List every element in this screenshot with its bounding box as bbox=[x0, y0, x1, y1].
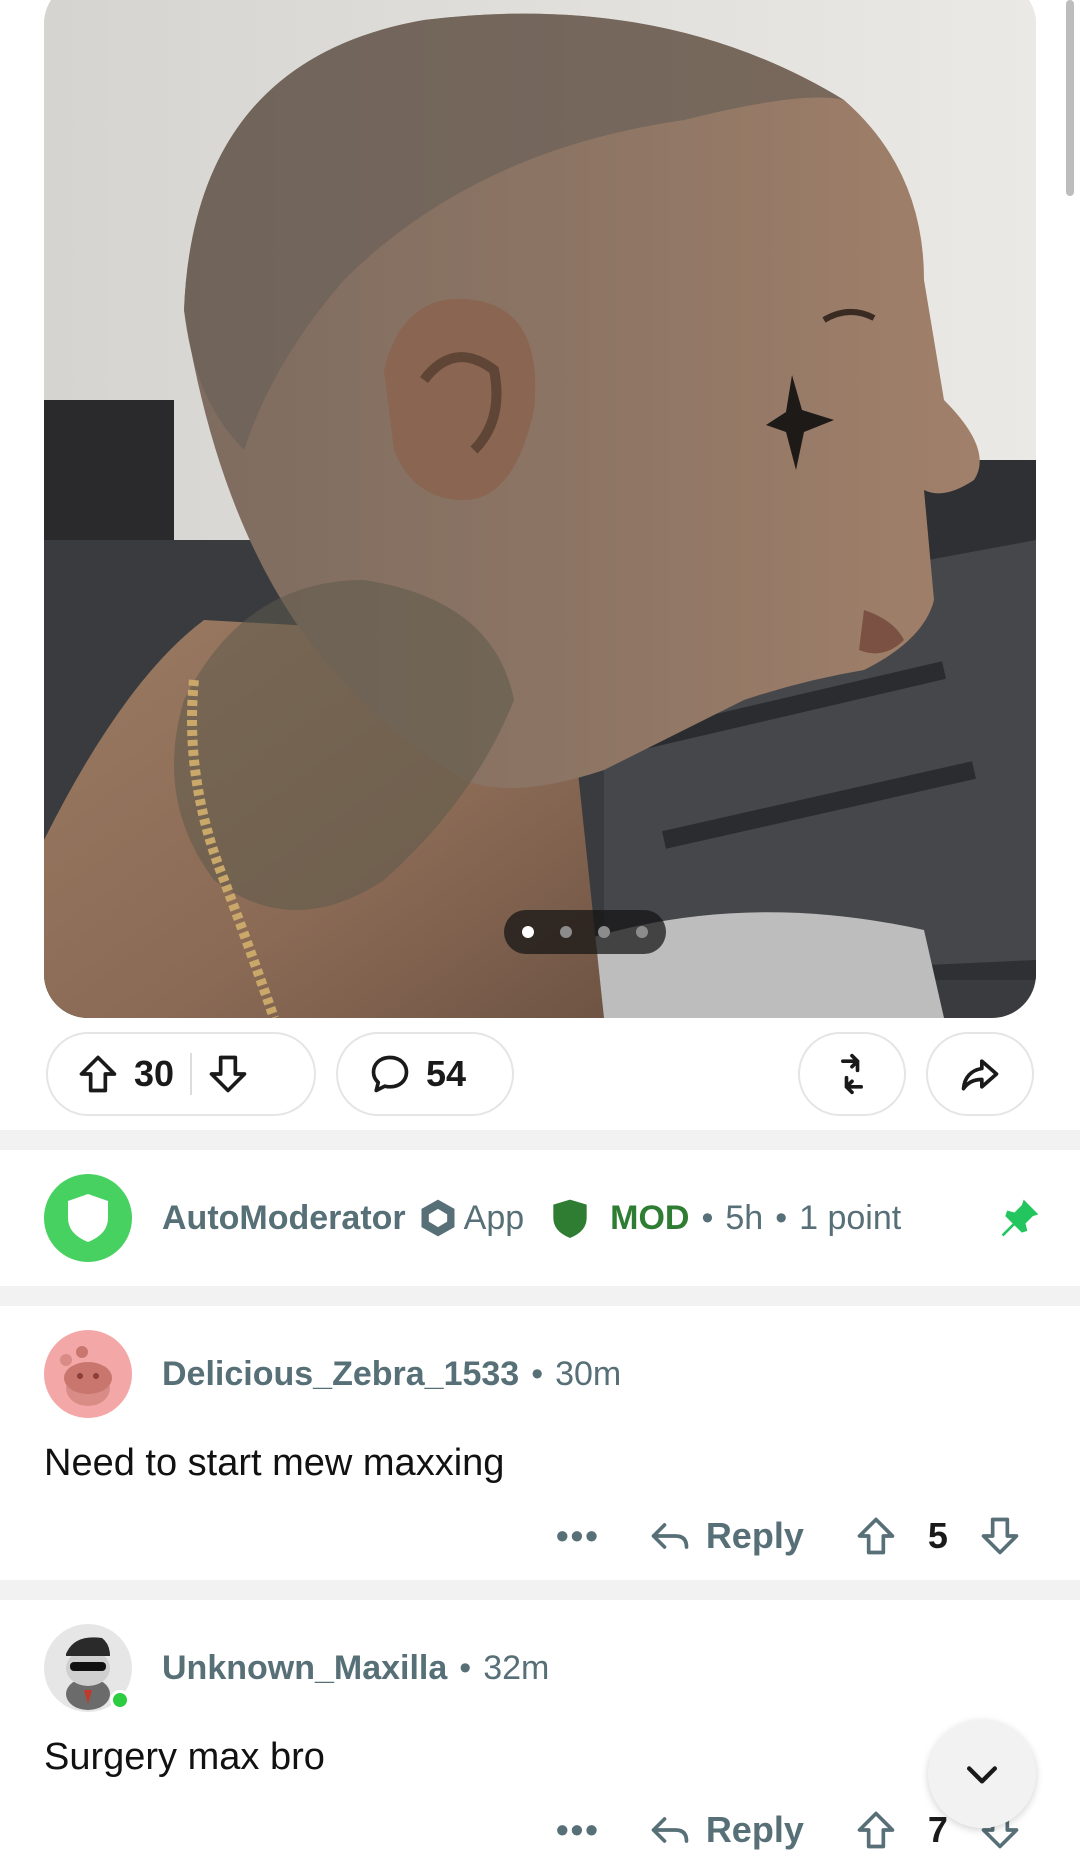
share-button[interactable] bbox=[926, 1032, 1034, 1116]
comment-username[interactable]: Delicious_Zebra_1533 bbox=[162, 1355, 519, 1394]
comment-time: 32m bbox=[483, 1648, 550, 1687]
more-options-icon[interactable]: ••• bbox=[556, 1515, 600, 1557]
pager-dot-1[interactable] bbox=[522, 926, 534, 938]
pager-dot-3[interactable] bbox=[598, 926, 610, 938]
downvote-icon[interactable] bbox=[206, 1052, 250, 1096]
comment-meta: AutoModerator App MOD • 5h • 1 point bbox=[162, 1193, 901, 1243]
reply-button[interactable]: Reply bbox=[648, 1514, 804, 1558]
comment-time: 30m bbox=[555, 1354, 622, 1393]
comment-points: 1 point bbox=[799, 1198, 902, 1237]
upvote-icon[interactable] bbox=[76, 1052, 120, 1096]
comment-body: Need to start mew maxxing bbox=[44, 1442, 505, 1484]
crosspost-button[interactable] bbox=[798, 1032, 906, 1116]
reply-button[interactable]: Reply bbox=[648, 1808, 804, 1852]
vote-score: 30 bbox=[134, 1053, 175, 1094]
comment-meta: Unknown_Maxilla • 32m bbox=[162, 1643, 549, 1693]
automoderator-avatar[interactable] bbox=[44, 1174, 132, 1262]
comments-button[interactable]: 54 bbox=[336, 1032, 514, 1116]
comment-score: 5 bbox=[927, 1515, 948, 1556]
app-cube-icon bbox=[416, 1196, 460, 1240]
pager-dot-4[interactable] bbox=[636, 926, 648, 938]
section-divider bbox=[0, 1286, 1080, 1306]
scrollbar[interactable] bbox=[1066, 0, 1074, 196]
mod-shield-icon bbox=[550, 1196, 590, 1240]
mod-badge: MOD bbox=[610, 1198, 690, 1237]
online-status-dot bbox=[110, 1690, 130, 1710]
comment-meta: Delicious_Zebra_1533 • 30m bbox=[162, 1349, 621, 1399]
section-divider bbox=[0, 1130, 1080, 1150]
upvote-icon[interactable] bbox=[854, 1808, 898, 1852]
vote-control: 30 bbox=[46, 1032, 316, 1116]
pin-icon bbox=[998, 1196, 1042, 1240]
comment-score: 7 bbox=[927, 1809, 948, 1850]
post-image[interactable] bbox=[44, 0, 1036, 1018]
comment-bubble-icon bbox=[368, 1052, 412, 1096]
share-icon bbox=[958, 1052, 1002, 1096]
reply-arrow-icon bbox=[648, 1514, 692, 1558]
vote-divider bbox=[190, 1053, 193, 1095]
app-label: App bbox=[463, 1198, 525, 1237]
comment-body: Surgery max bro bbox=[44, 1736, 325, 1778]
user-avatar[interactable] bbox=[44, 1330, 132, 1418]
pager-dot-2[interactable] bbox=[560, 926, 572, 938]
meta-separator: • bbox=[531, 1354, 544, 1393]
upvote-icon[interactable] bbox=[854, 1514, 898, 1558]
post-image-content bbox=[44, 0, 1036, 1018]
crosspost-icon bbox=[830, 1052, 874, 1096]
section-divider bbox=[0, 1580, 1080, 1600]
downvote-icon[interactable] bbox=[978, 1514, 1022, 1558]
meta-separator: • bbox=[701, 1198, 714, 1237]
chevron-down-icon bbox=[960, 1752, 1004, 1796]
next-comment-button[interactable] bbox=[928, 1720, 1036, 1828]
reply-label: Reply bbox=[705, 1809, 804, 1850]
comment-actions: ••• Reply 5 bbox=[556, 1506, 1022, 1566]
reply-arrow-icon bbox=[648, 1808, 692, 1852]
reply-label: Reply bbox=[705, 1515, 804, 1556]
meta-separator: • bbox=[459, 1648, 472, 1687]
carousel-pager[interactable] bbox=[504, 910, 666, 954]
comment-count: 54 bbox=[426, 1053, 467, 1094]
comment-time: 5h bbox=[725, 1198, 764, 1237]
more-options-icon[interactable]: ••• bbox=[556, 1809, 600, 1851]
comment-username[interactable]: AutoModerator bbox=[162, 1199, 406, 1238]
meta-separator: • bbox=[775, 1198, 788, 1237]
comment-username[interactable]: Unknown_Maxilla bbox=[162, 1649, 447, 1688]
